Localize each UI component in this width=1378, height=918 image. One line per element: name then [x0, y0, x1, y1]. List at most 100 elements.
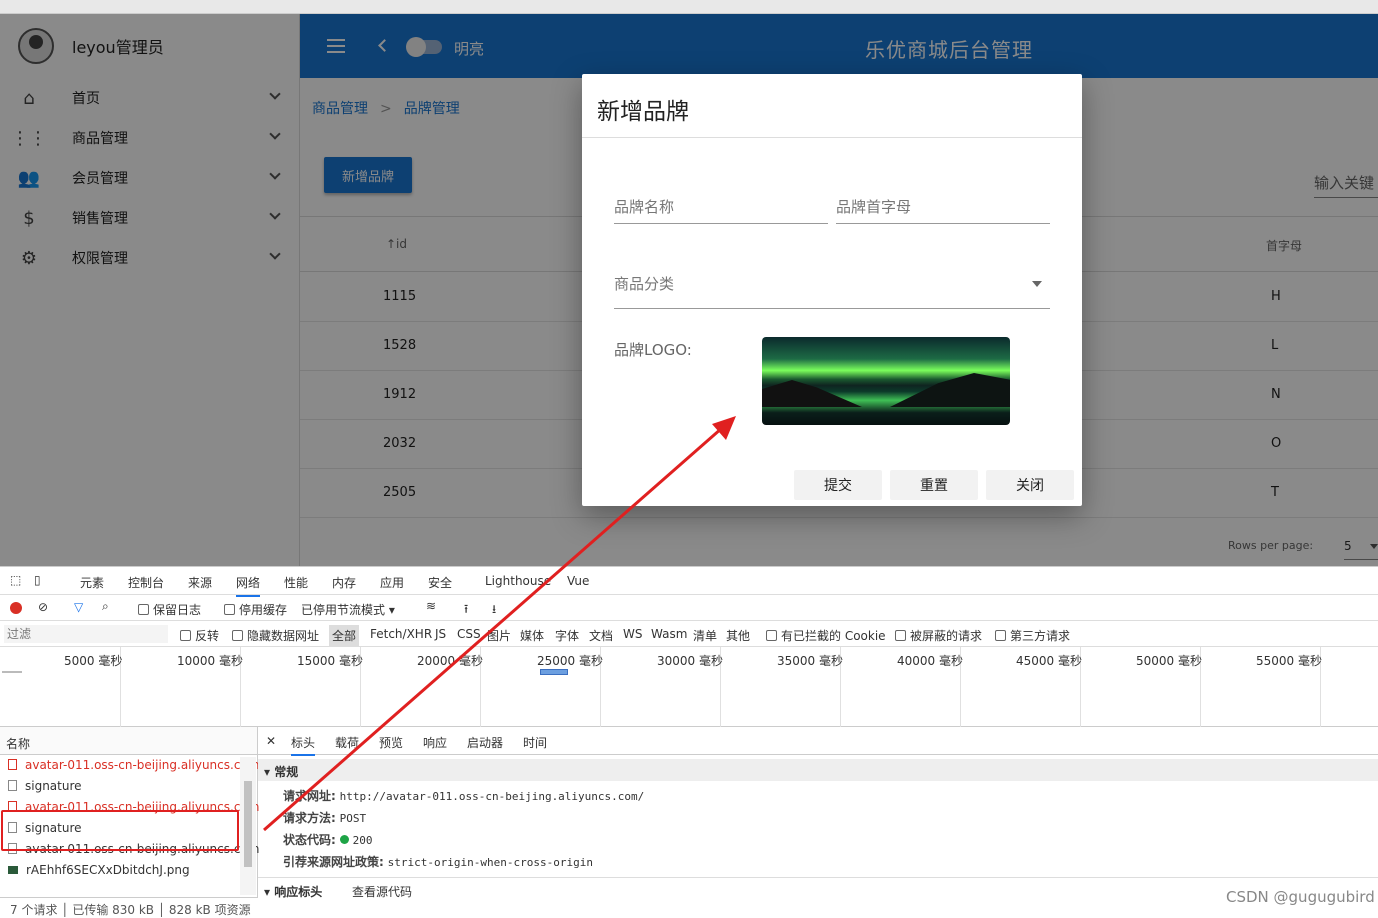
brand-name-field[interactable]: 品牌名称	[614, 196, 828, 224]
filter-type-all[interactable]: 全部	[329, 625, 360, 646]
network-toolbar: ⊘ ▽ ⌕ 保留日志 停用缓存 已停用节流模式 ▾ ≋ ⭱ ⭳	[0, 595, 1378, 621]
list-item[interactable]: rAEhhf6SECXxDbitdchJ.png	[0, 860, 257, 881]
timeline-tick: 30000 毫秒	[657, 654, 723, 668]
dialog-title: 新增品牌	[597, 99, 689, 125]
device-toolbar-icon[interactable]: ▯	[34, 573, 41, 587]
third-party-checkbox[interactable]: 第三方请求	[995, 627, 1070, 644]
filter-type[interactable]: 字体	[555, 627, 579, 644]
document-icon	[8, 759, 17, 770]
tab-performance[interactable]: 性能	[284, 574, 308, 591]
tab-application[interactable]: 应用	[380, 574, 404, 591]
blocked-cookies-checkbox[interactable]: 有已拦截的 Cookie	[766, 627, 886, 644]
timeline-tick: 50000 毫秒	[1136, 654, 1202, 668]
preserve-log-checkbox[interactable]: 保留日志	[138, 601, 201, 618]
timeline-bar	[2, 671, 22, 673]
filter-type[interactable]: Wasm	[651, 627, 687, 641]
reset-button[interactable]: 重置	[890, 470, 978, 500]
network-timeline[interactable]: 5000 毫秒 10000 毫秒 15000 毫秒 20000 毫秒 25000…	[0, 647, 1378, 727]
scrollbar[interactable]	[240, 757, 256, 895]
timeline-tick: 55000 毫秒	[1256, 654, 1322, 668]
filter-type[interactable]: 图片	[487, 627, 511, 644]
category-placeholder: 商品分类	[614, 275, 675, 293]
request-url: 请求网址: http://avatar-011.oss-cn-beijing.a…	[283, 789, 645, 803]
blocked-requests-checkbox[interactable]: 被屏蔽的请求	[895, 627, 982, 644]
brand-letter-field[interactable]: 品牌首字母	[836, 196, 1050, 224]
tab-preview[interactable]: 预览	[379, 734, 403, 751]
timeline-tick: 25000 毫秒	[537, 654, 603, 668]
list-item[interactable]: signature	[0, 776, 257, 797]
search-icon[interactable]: ⌕	[102, 599, 109, 614]
watermark: CSDN @gugugubird	[1226, 888, 1375, 906]
filter-type[interactable]: 其他	[726, 627, 750, 644]
filter-input[interactable]: 过滤	[4, 625, 168, 643]
dropdown-arrow-icon	[1032, 281, 1042, 292]
tab-response[interactable]: 响应	[423, 734, 447, 751]
submit-button[interactable]: 提交	[794, 470, 882, 500]
request-count: 7 个请求	[10, 903, 58, 917]
clear-icon[interactable]: ⊘	[38, 600, 48, 614]
inspect-icon[interactable]: ⬚	[10, 573, 21, 587]
tab-elements[interactable]: 元素	[80, 574, 104, 591]
filter-bar: 过滤 反转 隐藏数据网址 全部 Fetch/XHR JS CSS 图片 媒体 字…	[0, 621, 1378, 647]
filter-type[interactable]: JS	[435, 627, 446, 641]
timeline-tick: 5000 毫秒	[64, 654, 123, 668]
filter-type[interactable]: Fetch/XHR	[370, 627, 432, 641]
tab-vue[interactable]: Vue	[567, 574, 589, 588]
list-item[interactable]: avatar-011.oss-cn-beijing.aliyuncs.com	[0, 755, 259, 776]
tab-headers[interactable]: 标头	[291, 734, 316, 756]
hide-data-urls-checkbox[interactable]: 隐藏数据网址	[232, 627, 319, 644]
resource-size: 828 kB 项资源	[168, 903, 251, 917]
timeline-tick: 40000 毫秒	[897, 654, 963, 668]
disable-cache-checkbox[interactable]: 停用缓存	[224, 601, 287, 618]
record-icon[interactable]	[10, 602, 22, 614]
tab-timing[interactable]: 时间	[523, 734, 547, 751]
logo-preview-image[interactable]	[762, 337, 1010, 425]
tab-network[interactable]: 网络	[236, 574, 261, 597]
throttle-select[interactable]: 已停用节流模式 ▾	[301, 601, 395, 618]
timeline-tick: 15000 毫秒	[297, 654, 363, 668]
filter-type[interactable]: 清单	[693, 627, 717, 644]
close-button[interactable]: 关闭	[986, 470, 1074, 500]
tab-memory[interactable]: 内存	[332, 574, 356, 591]
request-list: 名称 avatar-011.oss-cn-beijing.aliyuncs.co…	[0, 727, 259, 897]
devtools-tabs: ⬚ ▯ 元素 控制台 来源 网络 性能 内存 应用 安全 Lighthouse …	[0, 567, 1378, 597]
close-icon[interactable]: ✕	[266, 734, 276, 748]
browser-bookmark-strip	[0, 0, 1378, 14]
timeline-tick: 45000 毫秒	[1016, 654, 1082, 668]
tab-sources[interactable]: 来源	[188, 574, 212, 591]
annotation-highlight-box	[1, 810, 239, 851]
filter-type[interactable]: 文档	[589, 627, 613, 644]
filter-type[interactable]: 媒体	[520, 627, 544, 644]
timeline-tick: 35000 毫秒	[777, 654, 843, 668]
wifi-icon[interactable]: ≋	[426, 599, 436, 613]
general-section-header[interactable]: ▾ 常规	[258, 759, 1378, 781]
filter-icon[interactable]: ▽	[74, 600, 83, 614]
detail-tabs: ✕ 标头 载荷 预览 响应 启动器 时间	[258, 727, 1378, 756]
tab-payload[interactable]: 载荷	[335, 734, 359, 751]
tab-lighthouse[interactable]: Lighthouse	[485, 574, 551, 588]
tab-security[interactable]: 安全	[428, 574, 452, 591]
timeline-tick: 20000 毫秒	[417, 654, 483, 668]
response-headers-header[interactable]: ▾ 响应标头	[264, 883, 322, 900]
referrer-policy: 引荐来源网址政策: strict-origin-when-cross-origi…	[283, 855, 593, 869]
download-icon[interactable]: ⭳	[492, 600, 496, 621]
request-method: 请求方法: POST	[283, 811, 367, 825]
upload-icon[interactable]: ⭱	[464, 600, 468, 621]
admin-app: leyou管理员 ⌂ 首页 ⋮⋮ 商品管理 👥 会员管理 $ 销售管理 ⚙ 权限…	[0, 14, 1378, 566]
document-icon	[8, 780, 17, 791]
status-code: 状态代码: 200	[283, 833, 373, 847]
timeline-bar	[540, 669, 568, 675]
category-select[interactable]: 商品分类	[614, 273, 1050, 309]
logo-label: 品牌LOGO:	[614, 341, 692, 359]
view-source-link[interactable]: 查看源代码	[352, 883, 412, 900]
filter-type[interactable]: WS	[623, 627, 642, 641]
divider	[582, 137, 1082, 138]
transferred-size: 已传输 830 kB	[72, 903, 155, 917]
add-brand-dialog: 新增品牌 品牌名称 品牌首字母 商品分类 品牌LOGO: 提交 重置 关闭	[582, 74, 1082, 506]
timeline-tick: 10000 毫秒	[177, 654, 243, 668]
filter-type[interactable]: CSS	[457, 627, 481, 641]
invert-checkbox[interactable]: 反转	[180, 627, 219, 644]
name-column-header[interactable]: 名称	[0, 727, 257, 755]
tab-initiator[interactable]: 启动器	[467, 734, 503, 751]
tab-console[interactable]: 控制台	[128, 574, 164, 591]
